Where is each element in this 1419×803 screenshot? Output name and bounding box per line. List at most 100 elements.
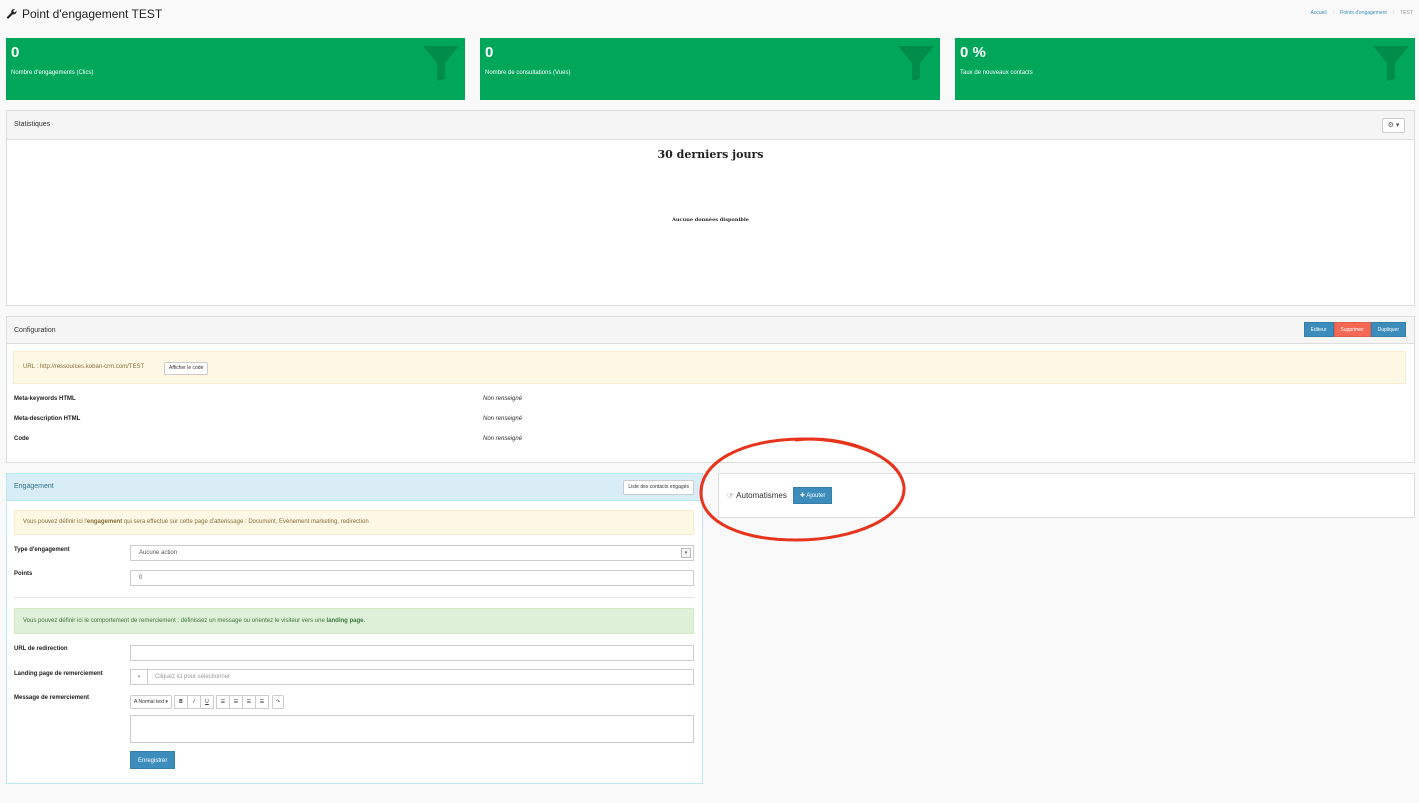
plus-icon: ✚ <box>800 493 806 499</box>
text-style-dropdown[interactable]: A Normal text ▾ <box>130 695 172 709</box>
landing-url[interactable]: URL : http://ressources.koban-crm.com/TE… <box>23 364 144 370</box>
engagement-panel: Engagement Liste des contacts engagés Vo… <box>6 473 703 784</box>
automatismes-title: Automatismes <box>736 491 787 500</box>
wrench-icon <box>6 9 17 19</box>
meta-value: Non renseigné <box>483 396 523 402</box>
funnel-icon <box>1373 46 1409 81</box>
stats-panel: Statistiques ⚙ ▾ 30 derniers jours Aucun… <box>6 110 1415 306</box>
points-label: Points <box>14 571 33 577</box>
breadcrumb-current: TEST <box>1400 10 1413 16</box>
page-header: Point d'engagement TEST <box>6 7 162 21</box>
chart-empty-message: Aucune données disponible <box>672 217 749 223</box>
ordered-list-button[interactable]: ☰ <box>228 695 243 709</box>
indent-icon: ☰ <box>259 699 265 705</box>
meta-value: Non renseigné <box>483 416 523 422</box>
info-text: Vous pouvez définir ici l' <box>23 519 87 525</box>
breadcrumb-home[interactable]: Accueil <box>1310 10 1326 16</box>
url-alert: URL : http://ressources.koban-crm.com/TE… <box>13 351 1406 384</box>
share-icon: ↷ <box>275 699 281 705</box>
list-ul-icon: ☰ <box>220 699 226 705</box>
kpi-label: Nombre d'engagements (Clics) <box>11 70 94 76</box>
breadcrumb-engagement-points[interactable]: Points d'engagement <box>1340 10 1387 16</box>
meta-key: Meta-description HTML <box>14 416 81 422</box>
chart-title: 30 derniers jours <box>657 148 764 161</box>
indent-button[interactable]: ☰ <box>254 695 269 709</box>
landing-page-label: Landing page de remerciement <box>14 671 103 677</box>
meta-description-row: Meta-description HTML Non renseigné <box>14 416 1406 426</box>
add-label: Ajouter <box>806 493 826 499</box>
italic-button[interactable]: I <box>186 695 201 709</box>
funnel-icon <box>898 46 934 81</box>
landing-page-select[interactable]: ▾ Cliquez ici pour sélectionner <box>130 669 694 685</box>
thanks-info-alert: Vous pouvez définir ici le comportement … <box>14 608 694 634</box>
settings-dropdown-button[interactable]: ⚙ ▾ <box>1382 118 1405 133</box>
configuration-panel-title: Configuration <box>14 327 56 334</box>
breadcrumb: Accueil / Points d'engagement / TEST <box>1310 10 1413 16</box>
redirect-url-label: URL de redirection <box>14 646 68 652</box>
automatismes-header: ☞ Automatismes <box>727 491 787 500</box>
outdent-icon: ☰ <box>246 699 252 705</box>
editor-button[interactable]: Editeur <box>1303 322 1334 337</box>
link-button[interactable]: ↷ <box>271 695 285 709</box>
kpi-label: Nombre de consultations (Vues) <box>485 70 571 76</box>
info-text: qui sera effectué sur cette page d'atter… <box>122 519 369 525</box>
meta-key: Code <box>14 436 29 442</box>
add-automation-button[interactable]: ✚ Ajouter <box>793 487 833 504</box>
page-title: Point d'engagement TEST <box>22 7 163 21</box>
kpi-value: 0 <box>485 44 494 61</box>
show-code-button[interactable]: Afficher le code <box>164 362 209 375</box>
text-style-label: Normal text <box>138 699 165 705</box>
engagement-panel-title: Engagement <box>14 483 54 490</box>
thanks-message-textarea[interactable] <box>130 715 694 743</box>
caret-down-icon: ▾ <box>1393 122 1400 129</box>
info-bold: landing page <box>326 618 364 624</box>
config-actions: Editeur Supprimer Dupliquer <box>1303 322 1406 337</box>
meta-key: Meta-keywords HTML <box>14 396 76 402</box>
kpi-label: Taux de nouveaux contacts <box>960 70 1033 76</box>
breadcrumb-separator: / <box>1392 10 1395 16</box>
engagement-type-label: Type d'engagement <box>14 547 70 553</box>
landing-page-placeholder: Cliquez ici pour sélectionner <box>155 674 231 680</box>
configuration-panel-header: Configuration Editeur Supprimer Duplique… <box>7 317 1414 344</box>
redirect-url-input[interactable] <box>130 645 694 661</box>
caret-down-icon: ▾ <box>165 699 168 705</box>
kpi-value: 0 % <box>960 44 986 61</box>
automatismes-panel: ☞ Automatismes ✚ Ajouter <box>718 473 1415 518</box>
kpi-value: 0 <box>11 44 20 61</box>
list-group: ☰ ☰ ☰ ☰ <box>215 695 269 709</box>
bold-button[interactable]: B <box>173 695 188 709</box>
kpi-tile-consultations: 0 Nombre de consultations (Vues) <box>480 38 940 100</box>
breadcrumb-separator: / <box>1332 10 1334 16</box>
engaged-contacts-list-button[interactable]: Liste des contacts engagés <box>623 480 694 495</box>
points-input[interactable]: 0 <box>130 570 694 586</box>
meta-value: Non renseigné <box>483 436 523 442</box>
stats-panel-title: Statistiques <box>14 121 51 128</box>
outdent-button[interactable]: ☰ <box>241 695 256 709</box>
info-text: Vous pouvez définir ici le comportement … <box>23 618 327 624</box>
kpi-tile-engagements: 0 Nombre d'engagements (Clics) <box>6 38 465 100</box>
duplicate-button[interactable]: Dupliquer <box>1370 322 1406 337</box>
info-bold: engagement <box>86 519 123 525</box>
configuration-panel: Configuration Editeur Supprimer Duplique… <box>6 316 1415 463</box>
underline-button[interactable]: U <box>199 695 214 709</box>
hand-pointer-icon: ☞ <box>727 491 735 500</box>
list-ol-icon: ☰ <box>233 699 239 705</box>
engagement-type-value: Aucune action <box>139 550 178 556</box>
divider <box>14 597 694 598</box>
format-group: B I U <box>173 695 214 709</box>
engagement-info-alert: Vous pouvez définir ici l'engagement qui… <box>14 510 694 535</box>
engagement-type-select[interactable]: Aucune action ▾ <box>130 545 694 561</box>
unordered-list-button[interactable]: ☰ <box>215 695 230 709</box>
save-button[interactable]: Enregistrer <box>130 751 176 769</box>
editor-toolbar: A Normal text ▾ B I U ☰ ☰ ☰ ☰ ↷ <box>130 695 285 709</box>
info-text: . <box>363 618 366 624</box>
kpi-tile-new-contacts: 0 % Taux de nouveaux contacts <box>955 38 1415 100</box>
stats-panel-header: Statistiques ⚙ ▾ <box>7 111 1414 140</box>
caret-down-icon: ▾ <box>681 548 691 558</box>
delete-button[interactable]: Supprimer <box>1333 322 1371 337</box>
engagement-panel-header: Engagement Liste des contacts engagés <box>7 474 702 501</box>
thanks-message-label: Message de remerciement <box>14 695 90 701</box>
meta-keywords-row: Meta-keywords HTML Non renseigné <box>14 396 1406 406</box>
caret-down-icon: ▾ <box>131 670 148 684</box>
code-row: Code Non renseigné <box>14 436 1406 446</box>
